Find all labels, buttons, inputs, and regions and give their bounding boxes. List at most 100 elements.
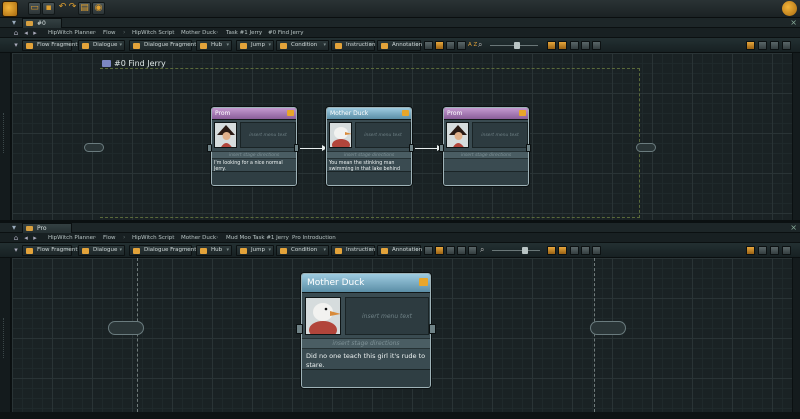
link-icon[interactable] bbox=[446, 246, 455, 255]
jump-button[interactable]: Jump ▾ bbox=[236, 245, 274, 256]
print-icon[interactable] bbox=[592, 41, 601, 50]
stage-directions-field[interactable]: insert stage directions bbox=[327, 151, 411, 159]
close-icon[interactable]: × bbox=[790, 18, 797, 28]
flow-fragment-button[interactable]: Flow Fragment ▾ bbox=[22, 40, 78, 51]
home-icon[interactable]: ⌂ bbox=[12, 234, 20, 242]
comment-flag-icon[interactable] bbox=[519, 110, 526, 116]
dialogue-node[interactable]: Mother Duck insert menu text insert stag… bbox=[326, 107, 412, 186]
output-pin[interactable] bbox=[636, 143, 656, 152]
node-output-port[interactable] bbox=[526, 144, 531, 152]
stage-directions-field[interactable]: insert stage directions bbox=[444, 151, 528, 159]
crumb-flow[interactable]: Flow bbox=[103, 233, 116, 243]
print-icon[interactable] bbox=[592, 246, 601, 255]
open-icon[interactable]: ▭ bbox=[28, 2, 41, 15]
connection-arrow[interactable] bbox=[300, 145, 327, 151]
dialogue-node[interactable]: Prom insert menu text insert stage direc… bbox=[443, 107, 529, 186]
crumb-planner[interactable]: HipWitch Planner bbox=[48, 233, 95, 243]
layout-icon[interactable] bbox=[424, 41, 433, 50]
view-grid-icon[interactable] bbox=[746, 41, 755, 50]
input-pin[interactable] bbox=[84, 143, 104, 152]
view-details-icon[interactable] bbox=[782, 246, 791, 255]
tab-find-jerry[interactable]: #0 Find Jerry bbox=[22, 18, 62, 45]
view-list-icon[interactable] bbox=[758, 41, 767, 50]
toolbar-menu-icon[interactable]: ▾ bbox=[12, 41, 20, 49]
zoom-slider[interactable] bbox=[492, 250, 540, 251]
dialogue-button[interactable]: Dialogue ▾ bbox=[78, 40, 125, 51]
sort-icon[interactable]: A Z bbox=[468, 41, 477, 50]
input-pin[interactable] bbox=[108, 321, 144, 335]
show-text-icon[interactable] bbox=[558, 41, 567, 50]
link-icon[interactable] bbox=[446, 41, 455, 50]
node-output-port[interactable] bbox=[294, 144, 299, 152]
annotation-button[interactable]: Annotation ▾ bbox=[377, 245, 422, 256]
node-input-port[interactable] bbox=[296, 324, 303, 334]
output-pin[interactable] bbox=[590, 321, 626, 335]
show-text-icon[interactable] bbox=[558, 246, 567, 255]
condition-button[interactable]: Condition ▾ bbox=[276, 40, 329, 51]
grid-icon[interactable] bbox=[457, 246, 466, 255]
node-output-port[interactable] bbox=[429, 324, 436, 334]
back-icon[interactable]: ◂ bbox=[22, 234, 30, 242]
menu-text-field[interactable]: insert menu text bbox=[355, 122, 411, 148]
menu-text-field[interactable]: insert menu text bbox=[240, 122, 296, 148]
show-pins-icon[interactable] bbox=[547, 246, 556, 255]
panel-side-strip[interactable] bbox=[0, 258, 11, 412]
save-icon[interactable]: ▪ bbox=[42, 2, 55, 15]
window-icon[interactable]: ▤ bbox=[78, 2, 91, 15]
comment-flag-icon[interactable] bbox=[287, 110, 294, 116]
zoom-icon[interactable]: ⌕ bbox=[478, 41, 487, 50]
vertical-scrollbar[interactable] bbox=[792, 258, 800, 412]
app-menu-button[interactable] bbox=[2, 1, 18, 17]
vertical-scrollbar[interactable] bbox=[792, 53, 800, 220]
layout-icon[interactable] bbox=[424, 246, 433, 255]
dialogue-fragment-button[interactable]: Dialogue Fragment ▾ bbox=[129, 245, 196, 256]
show-pins-icon[interactable] bbox=[547, 41, 556, 50]
flow-canvas[interactable]: #0 Find Jerry Prom insert menu text inse… bbox=[11, 53, 792, 220]
jump-button[interactable]: Jump ▾ bbox=[236, 40, 274, 51]
view-grid-icon[interactable] bbox=[746, 246, 755, 255]
crumb-script[interactable]: HipWitch Script bbox=[132, 28, 174, 38]
crumb-planner[interactable]: HipWitch Planner bbox=[48, 28, 95, 38]
dialogue-node[interactable]: Mother Duck insert menu text insert stag… bbox=[301, 273, 431, 388]
instruction-button[interactable]: Instruction ▾ bbox=[331, 245, 375, 256]
crumb-script[interactable]: HipWitch Script bbox=[132, 233, 174, 243]
app-status-icon[interactable] bbox=[782, 1, 797, 16]
dialogue-fragment-button[interactable]: Dialogue Fragment ▾ bbox=[129, 40, 196, 51]
highlight-icon[interactable] bbox=[435, 41, 444, 50]
zoom-slider-thumb[interactable] bbox=[522, 247, 528, 254]
stage-directions-field[interactable]: insert stage directions bbox=[212, 151, 296, 159]
hub-button[interactable]: Hub ▾ bbox=[196, 40, 232, 51]
view-details-icon[interactable] bbox=[782, 41, 791, 50]
menu-text-field[interactable]: insert menu text bbox=[345, 297, 429, 335]
tab-pro-introduction[interactable]: Pro Introduction bbox=[22, 223, 73, 241]
crumb-find-jerry[interactable]: #0 Find Jerry bbox=[268, 28, 304, 38]
zoom-icon[interactable]: ⌕ bbox=[480, 246, 489, 255]
tab-menu-icon[interactable]: ▾ bbox=[12, 223, 16, 233]
node-output-port[interactable] bbox=[409, 144, 414, 152]
comment-flag-icon[interactable] bbox=[419, 278, 428, 286]
view-tiles-icon[interactable] bbox=[770, 246, 779, 255]
dialogue-button[interactable]: Dialogue ▾ bbox=[78, 245, 125, 256]
export-icon[interactable] bbox=[581, 41, 590, 50]
flow-canvas[interactable]: Mother Duck insert menu text insert stag… bbox=[11, 258, 792, 412]
comments-icon[interactable] bbox=[570, 246, 579, 255]
annotation-button[interactable]: Annotation ▾ bbox=[377, 40, 422, 51]
crumb-task[interactable]: Task #1 Jerry bbox=[226, 28, 262, 38]
zoom-slider-thumb[interactable] bbox=[514, 42, 520, 49]
comment-flag-icon[interactable] bbox=[402, 110, 409, 116]
stage-directions-field[interactable]: insert stage directions bbox=[302, 338, 430, 349]
crumb-flow[interactable]: Flow bbox=[103, 28, 116, 38]
instruction-button[interactable]: Instruction ▾ bbox=[331, 40, 375, 51]
back-icon[interactable]: ◂ bbox=[22, 29, 30, 37]
dialogue-text[interactable]: Did no one teach this girl it's rude to … bbox=[306, 352, 428, 370]
crumb-pro-introduction[interactable]: Pro Introduction bbox=[292, 233, 336, 243]
home-icon[interactable]: ⌂ bbox=[12, 29, 20, 37]
flow-fragment-button[interactable]: Flow Fragment ▾ bbox=[22, 245, 78, 256]
forward-icon[interactable]: ▸ bbox=[31, 234, 39, 242]
highlight-icon[interactable] bbox=[435, 246, 444, 255]
node-input-port[interactable] bbox=[207, 144, 212, 152]
hub-button[interactable]: Hub ▾ bbox=[196, 245, 232, 256]
crumb-mother-duck[interactable]: Mother Duck bbox=[181, 233, 216, 243]
close-icon[interactable]: × bbox=[790, 223, 797, 233]
node-input-port[interactable] bbox=[439, 144, 444, 152]
